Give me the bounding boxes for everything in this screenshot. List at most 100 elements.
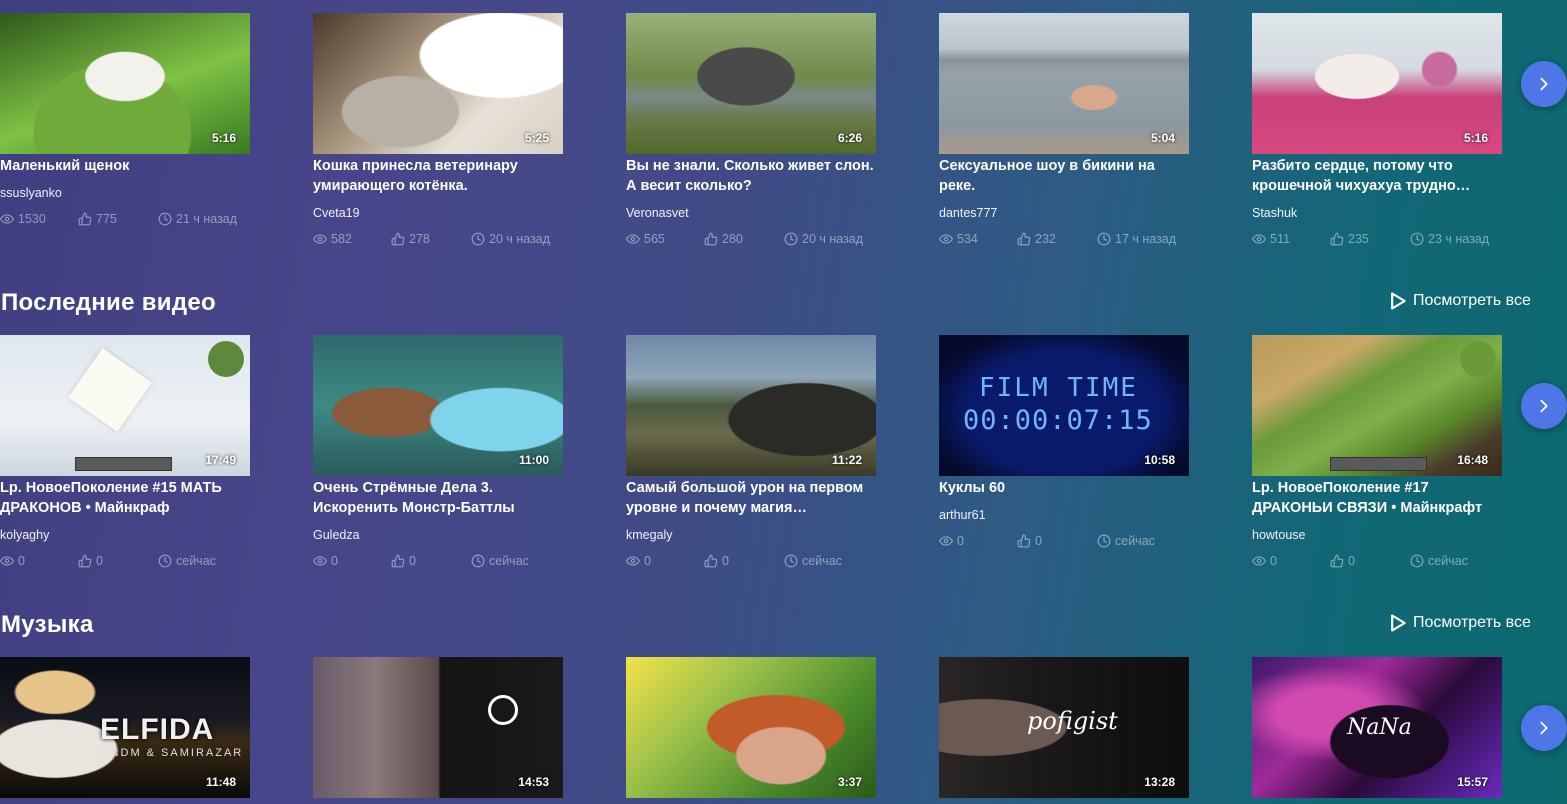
video-stats: 565 280 20 ч назад (626, 232, 876, 248)
likes-stat: 0 (1017, 534, 1042, 548)
video-thumbnail[interactable]: 5:04 (939, 13, 1189, 154)
see-all-link-latest[interactable]: Посмотреть все (1388, 291, 1531, 311)
video-duration: 15:57 (1457, 775, 1488, 789)
video-title[interactable]: Сексуальное шоу в бикини на реке. (939, 156, 1189, 196)
likes-count: 235 (1348, 232, 1369, 246)
likes-count: 0 (1348, 554, 1355, 568)
video-thumbnail[interactable]: 6:26 (626, 13, 876, 154)
video-thumbnail[interactable]: 5:16 (0, 13, 250, 154)
hotbar-graphic (1330, 457, 1427, 471)
upload-time: сейчас (1428, 554, 1468, 568)
video-duration: 6:26 (837, 131, 862, 145)
video-stats: 0 0 сейчас (313, 554, 563, 570)
video-duration: 16:48 (1457, 453, 1488, 467)
video-thumbnail[interactable]: 17:49 (0, 335, 250, 476)
upload-time: сейчас (802, 554, 842, 568)
chevron-right-icon (1536, 720, 1552, 736)
video-duration: 10:58 (1144, 453, 1175, 467)
video-title[interactable]: Самый большой урон на первом уровне и по… (626, 478, 876, 518)
video-author[interactable]: Cveta19 (313, 206, 563, 220)
video-card: 5:04 Сексуальное шоу в бикини на реке. d… (939, 13, 1189, 248)
see-all-label: Посмотреть все (1413, 614, 1531, 631)
video-thumbnail[interactable]: 14:53 (313, 657, 563, 798)
video-thumbnail[interactable]: 16:48 (1252, 335, 1502, 476)
video-stats: 0 0 сейчас (939, 534, 1189, 550)
views-count: 0 (331, 554, 338, 568)
video-duration: 13:28 (1144, 775, 1175, 789)
likes-count: 0 (96, 554, 103, 568)
video-card: pofigist 13:28 (939, 657, 1189, 798)
video-thumbnail[interactable]: NaNa 15:57 (1252, 657, 1502, 798)
video-title[interactable]: Очень Стрёмные Дела 3. Искоренить Монстр… (313, 478, 563, 518)
likes-stat: 775 (78, 212, 117, 226)
minimap-graphic (208, 341, 244, 377)
video-thumbnail[interactable]: FILM TIME 00:00:07:15 10:58 (939, 335, 1189, 476)
video-author[interactable]: kmegaly (626, 528, 876, 542)
clock-icon (784, 554, 798, 568)
video-card: 5:25 Кошка принесла ветеринару умирающег… (313, 13, 563, 248)
eye-icon (0, 554, 14, 568)
likes-stat: 0 (1330, 554, 1355, 568)
thumbnail-graphic (68, 348, 152, 432)
upload-time: сейчас (1115, 534, 1155, 548)
views-count: 0 (18, 554, 25, 568)
video-stats: 511 235 23 ч назад (1252, 232, 1502, 248)
upload-time: сейчас (489, 554, 529, 568)
video-duration: 3:37 (837, 775, 862, 789)
video-title[interactable]: Куклы 60 (939, 478, 1189, 498)
thumbs-up-icon (1017, 232, 1031, 246)
video-duration: 17:49 (205, 453, 236, 467)
upload-time: 21 ч назад (176, 212, 238, 226)
video-author[interactable]: arthur61 (939, 508, 1189, 522)
video-thumbnail[interactable]: 11:00 (313, 335, 563, 476)
clock-icon (1097, 534, 1111, 548)
video-duration: 14:53 (518, 775, 549, 789)
video-author[interactable]: dantes777 (939, 206, 1189, 220)
eye-icon (1252, 232, 1266, 246)
thumbnail-text-pofigist: pofigist (1027, 707, 1118, 735)
video-title[interactable]: Lp. НовоеПоколение #17 ДРАКОНЬИ СВЯЗИ • … (1252, 478, 1502, 518)
carousel-next-button[interactable] (1521, 383, 1567, 429)
video-author[interactable]: kolyaghy (0, 528, 250, 542)
thumbs-up-icon (78, 212, 92, 226)
time-stat: 21 ч назад (158, 212, 237, 226)
views-count: 0 (957, 534, 964, 548)
thumbs-up-icon (1330, 232, 1344, 246)
time-stat: сейчас (158, 554, 216, 568)
likes-count: 232 (1035, 232, 1056, 246)
video-thumbnail[interactable]: pofigist 13:28 (939, 657, 1189, 798)
see-all-link-music[interactable]: Посмотреть все (1388, 613, 1531, 633)
video-thumbnail[interactable]: 3:37 (626, 657, 876, 798)
clock-icon (158, 212, 172, 226)
video-author[interactable]: Stashuk (1252, 206, 1502, 220)
video-card: NaNa 15:57 (1252, 657, 1502, 798)
video-title[interactable]: Вы не знали. Сколько живет слон. А весит… (626, 156, 876, 196)
video-title[interactable]: Разбито сердце, потому что крошечной чих… (1252, 156, 1502, 196)
time-stat: сейчас (1097, 534, 1155, 548)
video-stats: 582 278 20 ч назад (313, 232, 563, 248)
video-title[interactable]: Кошка принесла ветеринару умирающего кот… (313, 156, 563, 196)
video-title[interactable]: Маленький щенок (0, 156, 250, 176)
likes-stat: 0 (704, 554, 729, 568)
carousel-next-button[interactable] (1521, 705, 1567, 751)
time-stat: 20 ч назад (784, 232, 863, 246)
views-stat: 582 (313, 232, 352, 246)
video-card: 16:48 Lp. НовоеПоколение #17 ДРАКОНЬИ СВ… (1252, 335, 1502, 570)
carousel-next-button[interactable] (1521, 61, 1567, 107)
likes-stat: 232 (1017, 232, 1056, 246)
thumbnail-text-elfida: ELFIDA (100, 713, 215, 746)
video-title[interactable]: Lp. НовоеПоколение #15 МАТЬ ДРАКОНОВ • М… (0, 478, 250, 518)
video-thumbnail[interactable]: 5:25 (313, 13, 563, 154)
upload-time: 20 ч назад (802, 232, 864, 246)
video-author[interactable]: howtouse (1252, 528, 1502, 542)
video-thumbnail[interactable]: 11:22 (626, 335, 876, 476)
eye-icon (626, 232, 640, 246)
video-thumbnail[interactable]: 5:16 (1252, 13, 1502, 154)
play-icon (1388, 613, 1408, 633)
video-author[interactable]: Veronasvet (626, 206, 876, 220)
video-duration: 11:00 (518, 453, 549, 467)
video-thumbnail[interactable]: ELFIDA ONDM & SAMIRAZAR 11:48 (0, 657, 250, 798)
clock-icon (1410, 232, 1424, 246)
video-author[interactable]: Guledza (313, 528, 563, 542)
video-author[interactable]: ssuslyanko (0, 186, 250, 200)
